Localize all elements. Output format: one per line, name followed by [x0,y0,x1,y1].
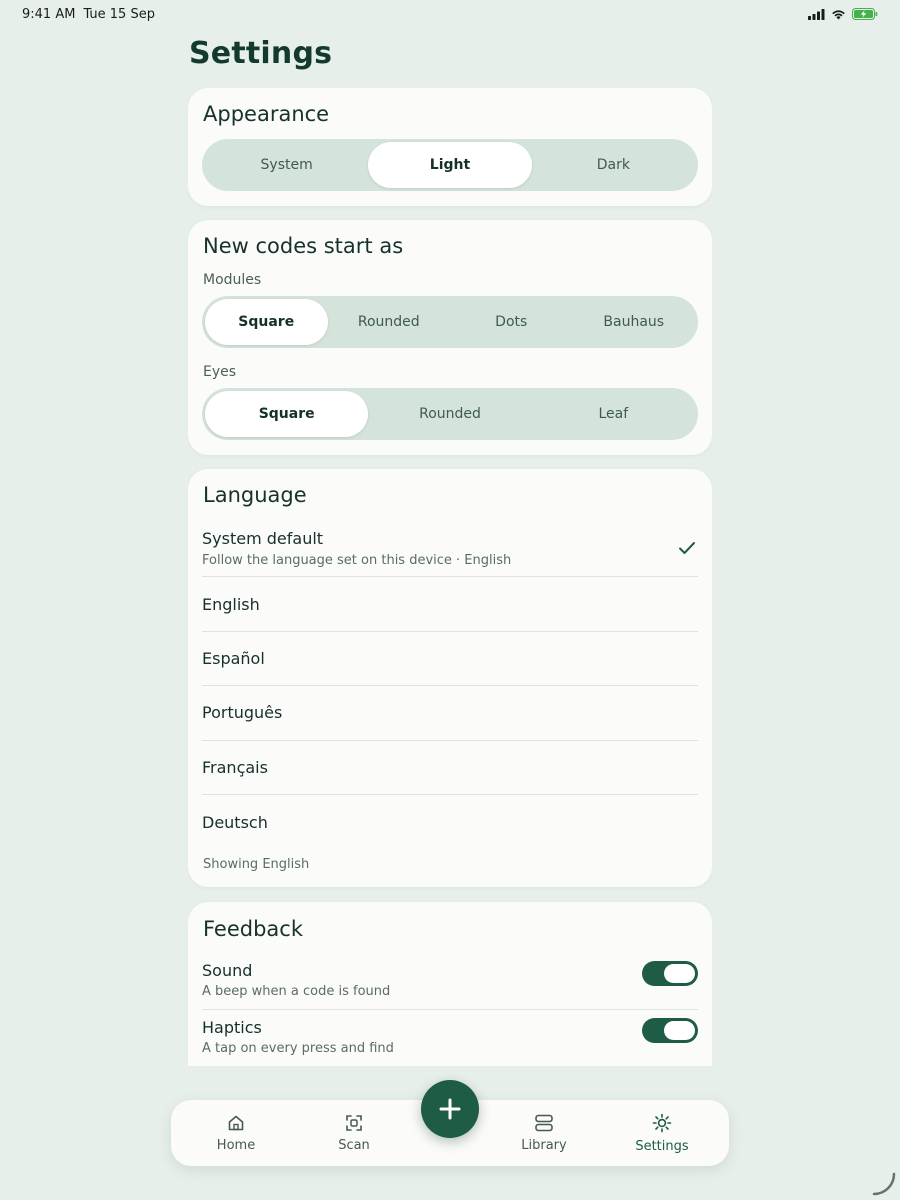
status-date: Tue 15 Sep [83,6,155,22]
feedback-title: Feedback [203,917,304,941]
language-option-system-default[interactable]: System default Follow the language set o… [202,527,698,577]
tab-home[interactable]: Home [186,1100,286,1166]
library-icon [535,1114,553,1131]
appearance-title: Appearance [203,102,330,126]
language-card: Language System default Follow the langu… [188,469,712,887]
language-option-espanol[interactable]: Español [202,632,698,686]
page-title: Settings [189,36,333,71]
language-name: Español [202,649,265,668]
language-option-portugues[interactable]: Português [202,686,698,741]
language-name: Deutsch [202,813,268,832]
language-name: English [202,595,260,614]
wifi-icon [832,9,845,19]
status-bar: 9:41 AM Tue 15 Sep [0,0,900,28]
tab-label: Library [521,1137,567,1153]
appearance-option-light[interactable]: Light [368,142,532,188]
new-codes-title: New codes start as [203,234,404,258]
modules-option-dots[interactable]: Dots [450,299,573,345]
battery-charging-icon [852,8,878,20]
modules-option-bauhaus[interactable]: Bauhaus [573,299,696,345]
eyes-label: Eyes [203,364,237,380]
modules-option-square[interactable]: Square [205,299,328,345]
resize-handle-icon [872,1172,896,1196]
language-option-francais[interactable]: Français [202,741,698,795]
tab-settings[interactable]: Settings [612,1100,712,1166]
appearance-card: Appearance System Light Dark [188,88,712,206]
appearance-option-dark[interactable]: Dark [532,142,695,188]
eyes-option-square[interactable]: Square [205,391,369,437]
language-name: Français [202,758,268,777]
modules-segmented-control: Square Rounded Dots Bauhaus [202,296,698,348]
cellular-signal-icon [808,8,825,20]
eyes-segmented-control: Square Rounded Leaf [202,388,698,440]
sound-description: A beep when a code is found [202,984,391,999]
feedback-haptics-row: Haptics A tap on every press and find [202,1018,698,1066]
language-option-deutsch[interactable]: Deutsch [202,795,698,849]
new-codes-card: New codes start as Modules Square Rounde… [188,220,712,455]
check-icon [679,542,695,554]
feedback-card: Feedback Sound A beep when a code is fou… [188,902,712,1066]
haptics-description: A tap on every press and find [202,1041,394,1056]
tab-label: Home [216,1137,256,1153]
haptics-label: Haptics [202,1018,262,1037]
modules-label: Modules [203,272,262,288]
scan-icon [346,1114,362,1131]
status-time: 9:41 AM [22,6,76,22]
plus-icon [439,1098,461,1120]
sound-label: Sound [202,961,253,980]
sound-toggle[interactable] [642,961,698,986]
appearance-option-system[interactable]: System [205,142,368,188]
eyes-option-rounded[interactable]: Rounded [368,391,531,437]
eyes-option-leaf[interactable]: Leaf [532,391,695,437]
language-name: System default [202,529,324,548]
feedback-divider [202,1009,698,1010]
tab-scan[interactable]: Scan [304,1100,404,1166]
settings-icon [652,1113,672,1132]
language-footnote: Showing English [203,857,310,872]
home-icon [228,1115,244,1130]
appearance-segmented-control: System Light Dark [202,139,698,191]
haptics-toggle[interactable] [642,1018,698,1043]
tab-label: Settings [635,1138,689,1154]
settings-scroll-area[interactable]: Appearance System Light Dark New codes s… [188,88,712,1066]
language-title: Language [203,483,307,507]
toggle-knob [664,1021,695,1040]
language-description: Follow the language set on this device ·… [202,553,512,568]
language-name: Português [202,703,283,722]
add-code-button[interactable] [421,1080,479,1138]
modules-option-rounded[interactable]: Rounded [328,299,451,345]
language-option-english[interactable]: English [202,577,698,632]
toggle-knob [664,964,695,983]
tab-library[interactable]: Library [494,1100,594,1166]
tab-label: Scan [338,1137,370,1153]
